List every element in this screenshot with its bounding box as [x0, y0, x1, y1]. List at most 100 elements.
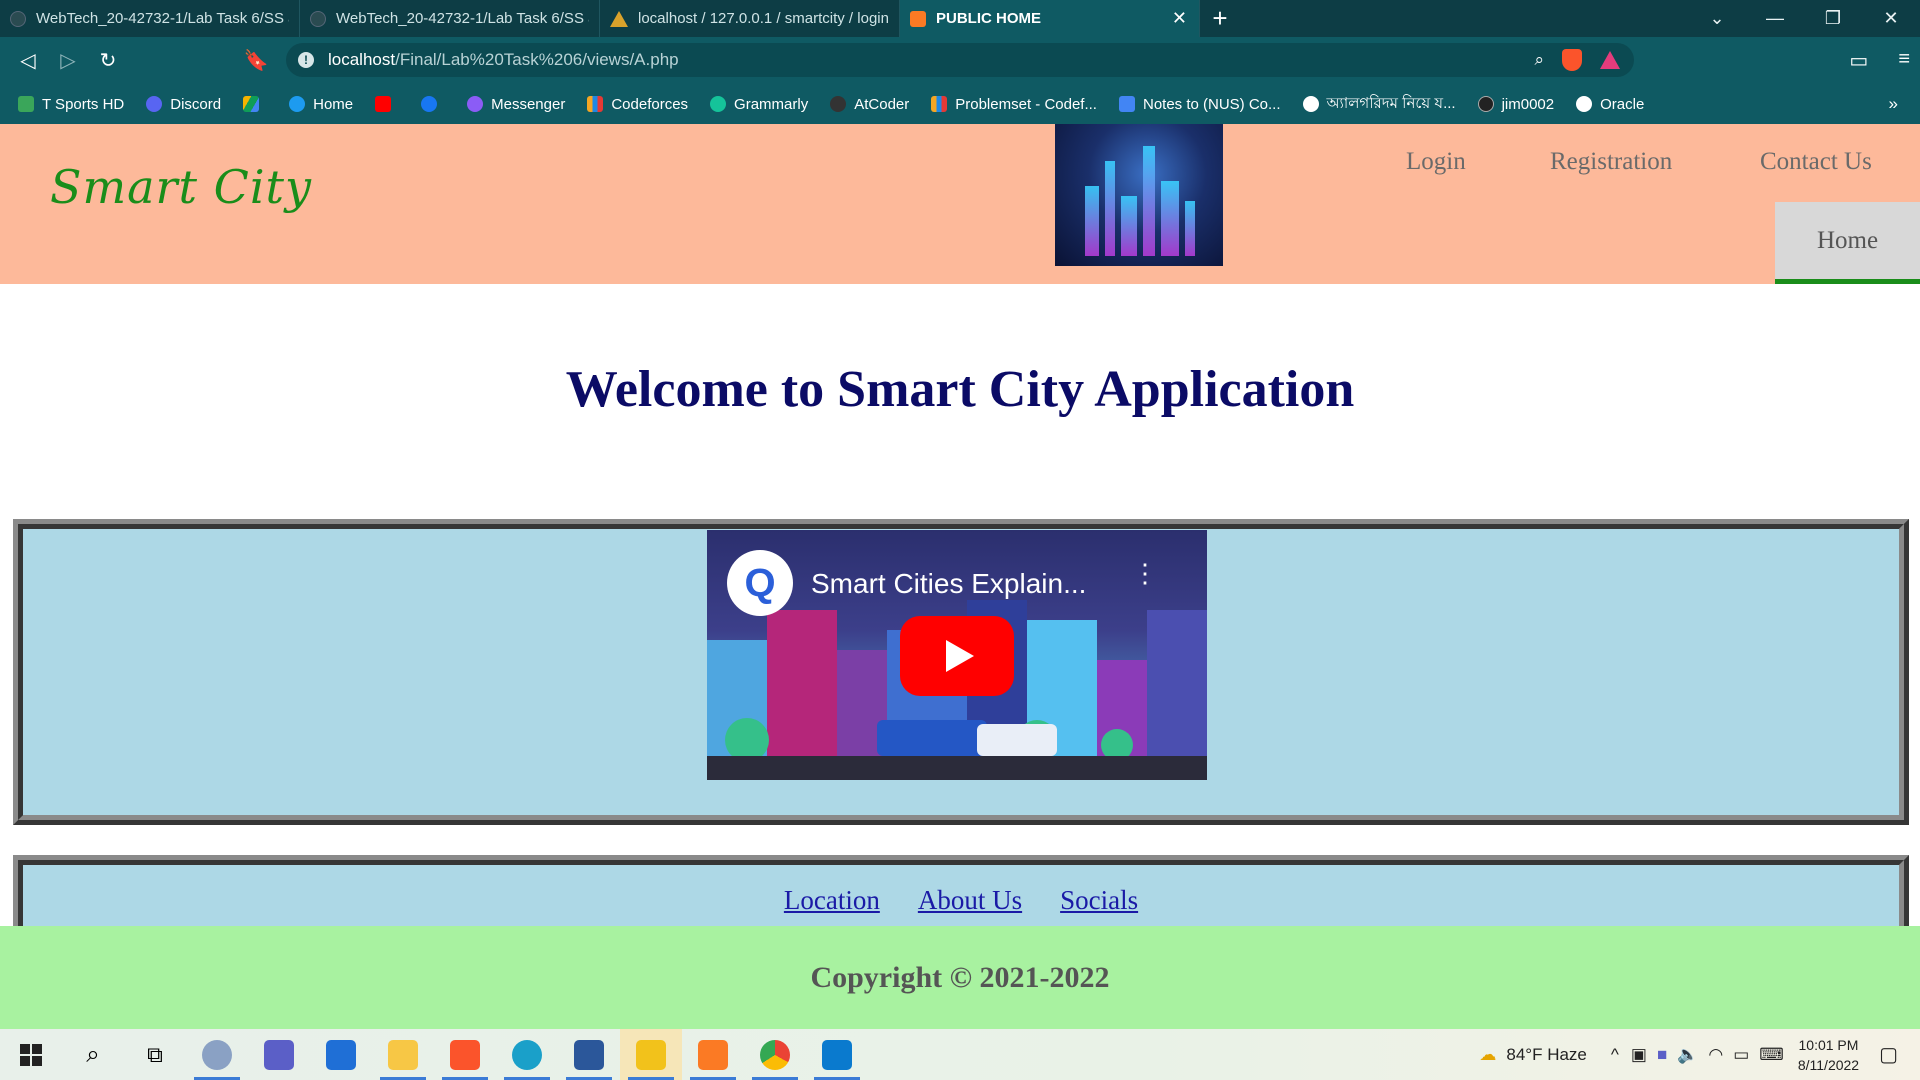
- forward-icon[interactable]: ▷: [48, 41, 88, 81]
- youtube-icon: [375, 96, 392, 112]
- browser-menu-area: ▭ ≡: [1849, 48, 1910, 73]
- network-icon[interactable]: ▣: [1631, 1045, 1647, 1065]
- bookmark-label: Codeforces: [611, 95, 689, 113]
- clock-time: 10:01 PM: [1798, 1036, 1859, 1053]
- bookmark-item[interactable]: Home: [289, 96, 353, 113]
- taskbar-app-brave[interactable]: [434, 1029, 496, 1080]
- bookmark-item[interactable]: [421, 96, 445, 112]
- taskbar-app-explorer[interactable]: [372, 1029, 434, 1080]
- minimize-icon[interactable]: —: [1746, 0, 1804, 37]
- play-button[interactable]: [900, 616, 1014, 696]
- mail-icon: [326, 1039, 356, 1070]
- bookmark-item[interactable]: Notes to (NUS) Co...: [1118, 96, 1281, 113]
- url-field[interactable]: ! localhost/Final/Lab%20Task%206/views/A…: [286, 43, 1634, 77]
- site-info-icon[interactable]: !: [298, 52, 314, 68]
- codeforces-icon: [587, 96, 604, 112]
- tab-search-icon[interactable]: ⌄: [1688, 0, 1746, 37]
- bookmark-item[interactable]: Problemset - Codef...: [931, 96, 1097, 113]
- bookmark-label: Problemset - Codef...: [955, 95, 1097, 113]
- search-icon[interactable]: ⌕: [62, 1029, 124, 1080]
- url-actions: ⌕: [1534, 49, 1620, 71]
- windows-taskbar: ⌕ ⧉ ☁ 84°F Haze ^ ▣ ■ 🔈 ◠ ▭ ⌨ 10:01 PM 8…: [0, 1029, 1920, 1080]
- clock[interactable]: 10:01 PM 8/11/2022: [1798, 1035, 1859, 1075]
- weather-text[interactable]: 84°F Haze: [1506, 1045, 1587, 1065]
- bookmarks-bar: T Sports HD Discord Home Messenger Codef…: [0, 84, 1920, 124]
- battery-icon[interactable]: ▭: [1733, 1045, 1749, 1065]
- taskbar-app-word[interactable]: [558, 1029, 620, 1080]
- url-host: localhost: [328, 50, 396, 69]
- messenger-icon: [467, 96, 484, 112]
- bookmark-item[interactable]: Messenger: [467, 96, 565, 113]
- app-icon: [636, 1039, 666, 1070]
- bookmark-item[interactable]: T Sports HD: [18, 96, 124, 113]
- youtube-embed[interactable]: Q Smart Cities Explain... ⋮: [707, 530, 1207, 780]
- github-icon: [310, 10, 326, 27]
- taskbar-app-chatgpt[interactable]: [186, 1029, 248, 1080]
- bookmark-label: T Sports HD: [42, 95, 125, 113]
- taskbar-app-active[interactable]: [620, 1029, 682, 1080]
- codeforces-icon: [931, 96, 948, 112]
- restore-icon[interactable]: ❐: [1804, 0, 1862, 37]
- task-view-icon[interactable]: ⧉: [124, 1029, 186, 1080]
- bookmark-item[interactable]: jim0002: [1477, 96, 1554, 113]
- bookmark-item[interactable]: Oracle: [1576, 96, 1644, 113]
- wallet-icon[interactable]: ▭: [1849, 48, 1868, 73]
- github-icon: [10, 10, 26, 27]
- bookmark-item[interactable]: [243, 96, 267, 112]
- keyboard-icon[interactable]: ⌨: [1759, 1045, 1784, 1065]
- browser-tab[interactable]: WebTech_20-42732-1/Lab Task 6/SS at: [300, 0, 600, 37]
- channel-avatar[interactable]: Q: [727, 550, 793, 616]
- taskbar-app-edge[interactable]: [496, 1029, 558, 1080]
- reload-icon[interactable]: ↻: [88, 41, 128, 81]
- tab-title: WebTech_20-42732-1/Lab Task 6/SS at: [36, 10, 289, 27]
- nav-home[interactable]: Home: [1775, 202, 1920, 284]
- brave-shield-icon[interactable]: [1562, 49, 1582, 71]
- wifi-icon[interactable]: ◠: [1708, 1045, 1723, 1065]
- video-more-icon[interactable]: ⋮: [1132, 560, 1158, 586]
- teams-tray-icon[interactable]: ■: [1657, 1045, 1667, 1065]
- more-bookmarks-icon[interactable]: »: [1889, 94, 1898, 114]
- road-illustration: [707, 756, 1207, 780]
- footer-links-panel: Location About Us Socials: [13, 855, 1909, 935]
- bookmark-label: Oracle: [1600, 95, 1645, 113]
- brave-rewards-icon[interactable]: [1600, 51, 1620, 69]
- bookmark-item[interactable]: অ্যালগরিদম নিয়ে য...: [1302, 92, 1456, 117]
- taskbar-app-chrome[interactable]: [744, 1029, 806, 1080]
- bookmark-item[interactable]: Codeforces: [587, 96, 688, 113]
- bookmark-label: Home: [313, 95, 354, 113]
- taskbar-app-vscode[interactable]: [806, 1029, 868, 1080]
- video-title[interactable]: Smart Cities Explain...: [811, 568, 1086, 600]
- browser-tab[interactable]: localhost / 127.0.0.1 / smartcity / logi…: [600, 0, 900, 37]
- bookmark-item[interactable]: Discord: [146, 96, 221, 113]
- bookmark-label: অ্যালগরিদম নিয়ে য...: [1326, 94, 1456, 112]
- close-tab-icon[interactable]: ✕: [1172, 8, 1187, 29]
- zoom-icon[interactable]: ⌕: [1534, 50, 1544, 70]
- nav-registration[interactable]: Registration: [1550, 148, 1672, 176]
- chrome-icon: [760, 1039, 790, 1070]
- bookmark-item[interactable]: [375, 96, 399, 112]
- back-icon[interactable]: ◁: [8, 41, 48, 81]
- google-drive-icon: [243, 96, 260, 112]
- new-tab-button[interactable]: +: [1200, 0, 1240, 37]
- start-button[interactable]: [0, 1029, 62, 1080]
- bookmark-icon[interactable]: 🔖: [236, 41, 276, 81]
- bookmark-item[interactable]: AtCoder: [830, 96, 909, 113]
- weather-icon[interactable]: ☁: [1479, 1045, 1496, 1065]
- nav-login[interactable]: Login: [1406, 148, 1466, 176]
- system-tray: ☁ 84°F Haze ^ ▣ ■ 🔈 ◠ ▭ ⌨ 10:01 PM 8/11/…: [1479, 1029, 1920, 1080]
- browser-tab-strip: WebTech_20-42732-1/Lab Task 6/SS at WebT…: [0, 0, 1920, 37]
- taskbar-app-xampp[interactable]: [682, 1029, 744, 1080]
- browser-tab[interactable]: WebTech_20-42732-1/Lab Task 6/SS at: [0, 0, 300, 37]
- close-window-icon[interactable]: ✕: [1862, 0, 1920, 37]
- bookmark-label: Discord: [170, 95, 222, 113]
- browser-tab-active[interactable]: PUBLIC HOME ✕: [900, 0, 1200, 37]
- notifications-icon[interactable]: ▢: [1879, 1042, 1898, 1067]
- taskbar-app-mail[interactable]: [310, 1029, 372, 1080]
- taskbar-app-teams[interactable]: [248, 1029, 310, 1080]
- volume-icon[interactable]: 🔈: [1677, 1045, 1698, 1065]
- bookmark-item[interactable]: Grammarly: [710, 96, 808, 113]
- nav-contact-us[interactable]: Contact Us: [1760, 148, 1872, 176]
- chevron-up-icon[interactable]: ^: [1611, 1045, 1619, 1065]
- menu-icon[interactable]: ≡: [1898, 48, 1910, 73]
- grammarly-icon: [710, 96, 727, 112]
